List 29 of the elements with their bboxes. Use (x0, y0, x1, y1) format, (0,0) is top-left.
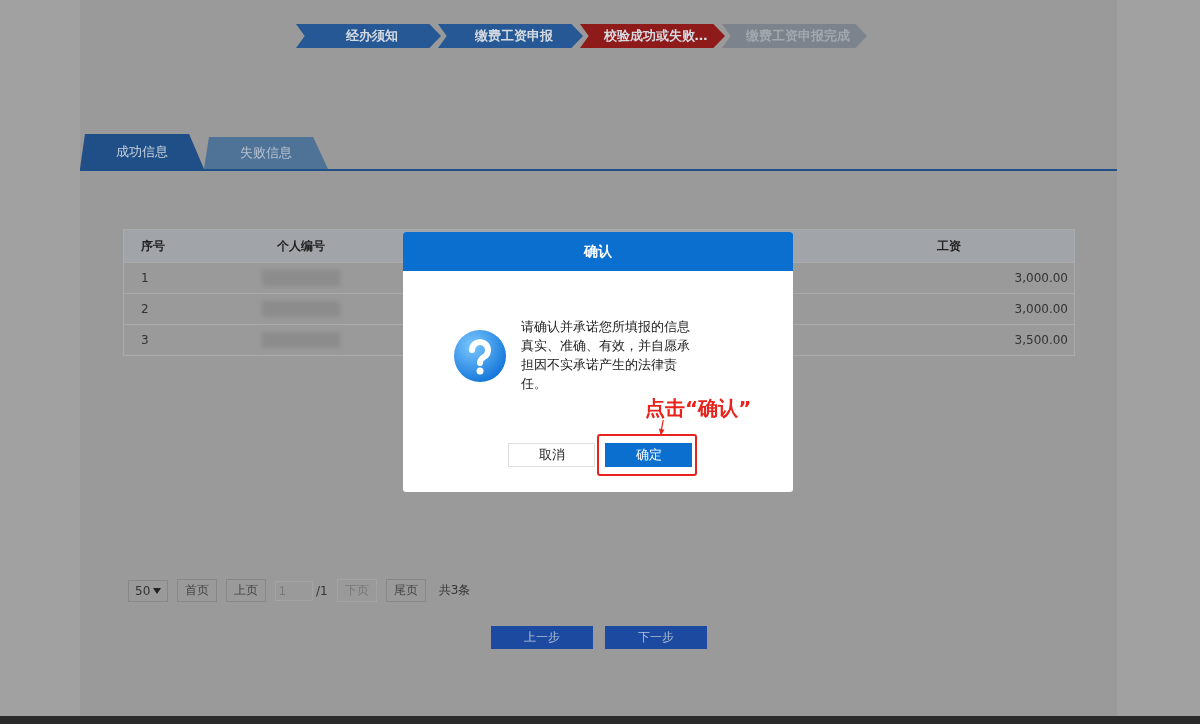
progress-step: 经办须知 (296, 24, 441, 48)
dropdown-icon (153, 587, 161, 594)
column-header: 个人编号 (276, 237, 326, 255)
column-header: 工资 (936, 237, 962, 255)
dialog-title: 确认 (403, 232, 793, 271)
progress-step: 缴费工资申报 (438, 24, 583, 48)
column-header: 序号 (140, 237, 166, 255)
progress-step: 校验成功或失败… (580, 24, 725, 48)
table-cell-text: 3,000.00 (1013, 271, 1069, 285)
page-size-select[interactable]: 50 (128, 579, 168, 602)
table-cell-text: 3,500.00 (1013, 333, 1069, 347)
cancel-button[interactable]: 取消 (508, 443, 595, 467)
page-button[interactable]: 上页 (226, 579, 266, 602)
page-button[interactable]: 首页 (177, 579, 217, 602)
tab[interactable]: 成功信息 (80, 134, 204, 169)
question-icon (453, 329, 507, 383)
step-button[interactable]: 下一步 (605, 626, 707, 649)
table-cell-text: 3 (140, 333, 150, 347)
step-button[interactable]: 上一步 (491, 626, 593, 649)
tab[interactable]: 失败信息 (204, 137, 328, 169)
annotation-text: 点击“确认” (645, 395, 752, 422)
record-count: 共3条 (438, 582, 471, 599)
table-cell-text: 3,000.00 (1013, 302, 1069, 316)
dialog-message: 请确认并承诺您所填报的信息真实、准确、有效，并自愿承担因不实承诺产生的法律责任。 (521, 318, 691, 393)
table-cell-text: 2 (140, 302, 150, 316)
page-button[interactable]: 尾页 (385, 579, 426, 602)
table-cell-text: 1 (140, 271, 150, 285)
total-pages: /1 (316, 583, 328, 598)
confirm-button[interactable]: 确定 (605, 443, 692, 467)
